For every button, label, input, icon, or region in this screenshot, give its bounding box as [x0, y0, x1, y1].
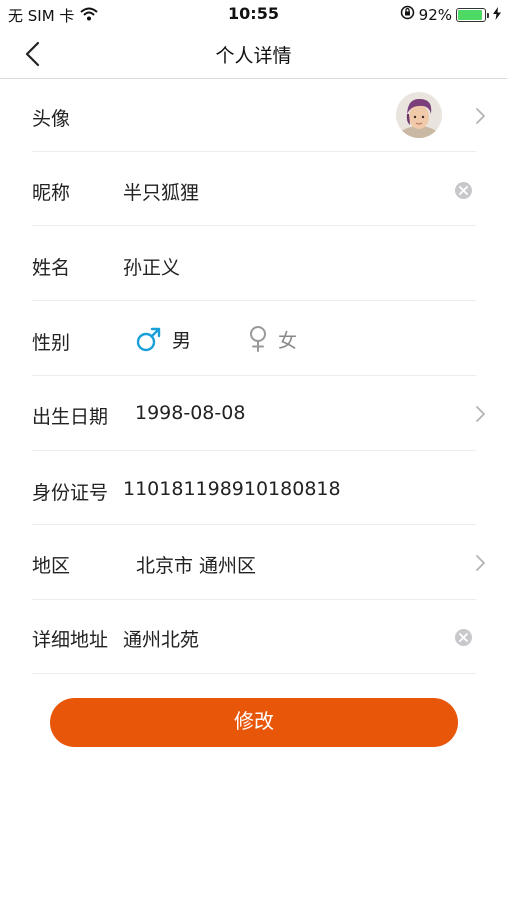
avatar-row[interactable]: 头像 [32, 79, 485, 152]
nickname-label: 昵称 [32, 182, 71, 204]
nickname-row: 昵称 半只狐狸 [32, 152, 476, 226]
status-right: 92% [400, 5, 501, 24]
clear-icon [459, 186, 468, 195]
battery-percent: 92% [418, 5, 452, 24]
gender-row: 性别 男 女 [32, 301, 476, 376]
status-bar: 无 SIM 卡 10:55 92% [0, 0, 507, 28]
address-input[interactable]: 通州北苑 [123, 625, 199, 652]
name-label: 姓名 [32, 257, 71, 279]
clear-icon [459, 633, 468, 642]
gender-female-label: 女 [278, 329, 298, 352]
birthday-value: 1998-08-08 [135, 402, 246, 424]
gender-male-option[interactable]: 男 [136, 325, 191, 353]
region-label: 地区 [32, 555, 71, 577]
chevron-right-icon [476, 555, 485, 571]
battery-icon [456, 7, 489, 22]
id-number-label: 身份证号 [32, 482, 109, 504]
male-icon [136, 327, 161, 352]
battery-level [458, 9, 482, 20]
avatar[interactable] [396, 92, 442, 138]
address-label: 详细地址 [32, 629, 109, 651]
address-clear-button[interactable] [455, 629, 472, 646]
chevron-right-icon [476, 108, 485, 124]
id-number-row: 身份证号 110181198910180818 [32, 451, 476, 525]
region-value: 北京市 通州区 [136, 555, 257, 577]
birthday-row[interactable]: 出生日期 1998-08-08 [32, 376, 485, 451]
page-title: 个人详情 [215, 45, 292, 67]
orientation-lock-icon [400, 5, 415, 24]
address-row: 详细地址 通州北苑 [32, 600, 476, 674]
gender-male-label: 男 [172, 329, 192, 352]
modify-button[interactable]: 修改 [50, 698, 458, 747]
region-row[interactable]: 地区 北京市 通州区 [32, 525, 485, 600]
chevron-right-icon [476, 406, 485, 422]
id-number-input[interactable]: 110181198910180818 [123, 478, 341, 500]
nickname-input[interactable]: 半只狐狸 [123, 178, 199, 205]
gender-female-option[interactable]: 女 [248, 325, 297, 353]
navigation-bar: 个人详情 [0, 28, 507, 79]
gender-label: 性别 [32, 332, 71, 354]
name-row: 姓名 孙正义 [32, 226, 476, 301]
avatar-label: 头像 [32, 108, 71, 130]
female-icon [250, 326, 266, 352]
charging-icon [493, 6, 501, 24]
birthday-label: 出生日期 [32, 406, 109, 428]
nickname-clear-button[interactable] [455, 182, 472, 199]
name-input[interactable]: 孙正义 [123, 253, 180, 280]
